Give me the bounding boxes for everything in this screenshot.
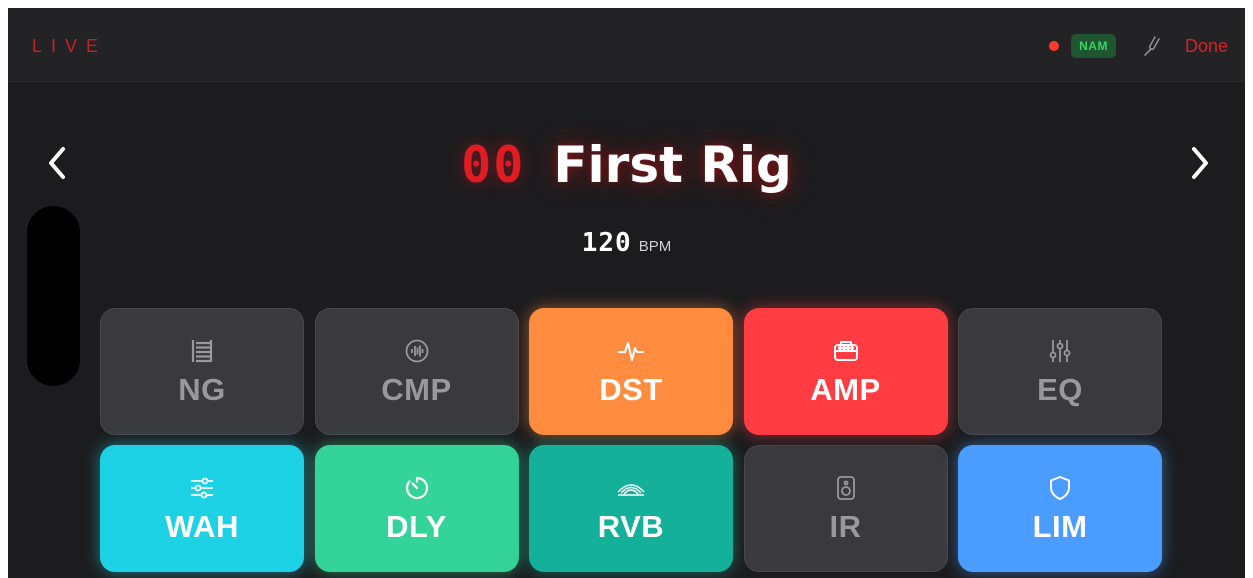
- rig-title[interactable]: 00 First Rig: [8, 130, 1245, 200]
- rig-number: 00: [461, 136, 526, 194]
- block-lim[interactable]: LIM: [958, 445, 1162, 572]
- timer-icon: [404, 473, 430, 503]
- tuning-fork-icon[interactable]: [1139, 33, 1165, 59]
- block-dst[interactable]: DST: [529, 308, 733, 435]
- top-bar: LIVE NAM Done: [8, 8, 1245, 82]
- block-label: IR: [829, 508, 862, 544]
- shield-icon: [1048, 473, 1072, 503]
- block-amp[interactable]: AMP: [743, 308, 948, 435]
- block-label: AMP: [810, 371, 881, 407]
- block-dly[interactable]: DLY: [314, 445, 519, 572]
- block-label: RVB: [597, 508, 665, 544]
- top-right-controls: NAM Done: [1049, 33, 1228, 59]
- wah-sliders-icon: [189, 473, 215, 503]
- record-indicator-dot: [1049, 41, 1060, 51]
- block-label: NG: [178, 371, 226, 407]
- compressor-icon: [404, 336, 430, 366]
- block-cmp[interactable]: CMP: [314, 308, 519, 435]
- bpm-unit: BPM: [638, 238, 672, 255]
- block-label: DLY: [386, 508, 447, 544]
- block-label: WAH: [165, 508, 239, 544]
- waveform-icon: [617, 336, 645, 366]
- block-rvb[interactable]: RVB: [529, 445, 733, 572]
- noise-gate-icon: [190, 336, 214, 366]
- block-eq[interactable]: EQ: [958, 308, 1162, 435]
- done-button[interactable]: Done: [1185, 36, 1228, 57]
- tempo-display[interactable]: 120 BPM: [8, 228, 1245, 258]
- volume-slider[interactable]: [27, 206, 80, 386]
- rig-name: First Rig: [553, 136, 792, 194]
- reverb-wave-icon: [616, 473, 646, 503]
- amp-icon: [833, 336, 859, 366]
- effect-block-grid: NG CMP DST AMP EQ WAH DLY RVB IR LIM: [100, 308, 1162, 572]
- nam-badge[interactable]: NAM: [1071, 34, 1116, 58]
- block-label: LIM: [1032, 508, 1088, 544]
- speaker-icon: [836, 473, 856, 503]
- block-ir[interactable]: IR: [743, 445, 948, 572]
- block-label: EQ: [1037, 371, 1083, 407]
- live-screen: LIVE NAM Done 00 First Rig 120 BPM NG CM…: [8, 8, 1245, 578]
- block-label: DST: [599, 371, 663, 407]
- bpm-value: 120: [581, 228, 632, 258]
- block-wah[interactable]: WAH: [100, 445, 304, 572]
- block-label: CMP: [381, 371, 452, 407]
- block-ng[interactable]: NG: [100, 308, 304, 435]
- live-mode-label: LIVE: [32, 36, 108, 56]
- eq-sliders-icon: [1048, 336, 1072, 366]
